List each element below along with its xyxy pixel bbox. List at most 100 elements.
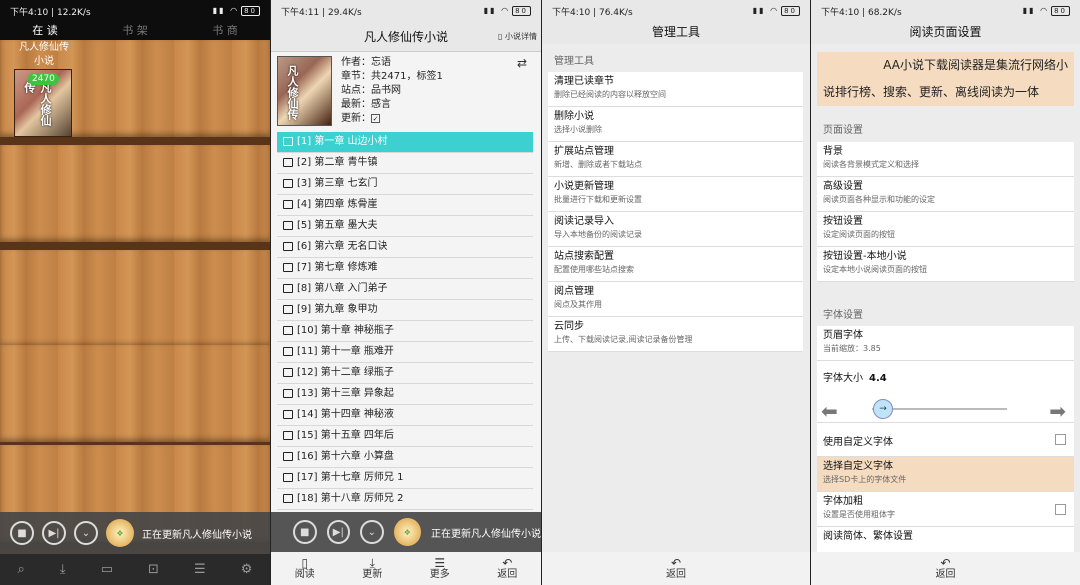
- menu-item-search-config[interactable]: 站点搜索配置 配置使用哪些站点搜索: [548, 247, 803, 282]
- tools-menu: 清理已读章节 删除已经阅读的内容以释放空间 删除小说 选择小说删除 扩展站点管理 新增…: [548, 72, 803, 352]
- chapter-item[interactable]: [16] 第十六章 小算盘: [277, 447, 533, 468]
- font-size-slider[interactable]: ⬅ → ➡: [817, 393, 1074, 423]
- chapter-item[interactable]: [13] 第十三章 异象起: [277, 384, 533, 405]
- menu-item-cloud-sync[interactable]: 云同步 上传、下载阅读记录,阅读记录备份管理: [548, 317, 803, 352]
- reading-settings-screen: 下午4:10 | 68.2K/s ▮▮ ◠ 80 阅读页面设置 AA小说下载阅读器…: [811, 0, 1080, 585]
- slider-thumb[interactable]: →: [873, 399, 893, 419]
- download-icon[interactable]: ⤓: [60, 562, 66, 577]
- chapter-item[interactable]: [15] 第十五章 四年后: [277, 426, 533, 447]
- update-controls: ■ ▶| ⌄ ❖ 正在更新凡人修仙传小说: [0, 512, 270, 554]
- menu-item-points[interactable]: 阅点管理 阅点及其作用: [548, 282, 803, 317]
- setting-background[interactable]: 背景 阅读各背景模式定义和选择: [817, 142, 1074, 177]
- chapter-screen: 下午4:11 | 29.4K/s ▮▮ ◠ 80 凡人修仙传小说 ▯ 小说详情 凡…: [271, 0, 541, 585]
- battery-icon: 80: [781, 6, 800, 16]
- bottom-nav: ▯ 阅读 ⤓ 更新 ☰ 更多 ↶ 返回: [271, 552, 541, 585]
- back-button[interactable]: ↶ 返回: [497, 557, 517, 581]
- setting-simp-trad[interactable]: 阅读简体、繁体设置: [817, 527, 1074, 555]
- status-time: 下午4:10 | 68.2K/s: [821, 7, 902, 18]
- update-button[interactable]: ⤓ 更新: [362, 557, 382, 581]
- menu-item-site-manage[interactable]: 扩展站点管理 新增、删除或者下载站点: [548, 142, 803, 177]
- read-button[interactable]: ▯ 阅读: [295, 557, 315, 581]
- novel-detail-link[interactable]: ▯ 小说详情: [498, 22, 537, 52]
- bottom-nav: ↶ 返回: [542, 552, 810, 585]
- collapse-button[interactable]: ⌄: [74, 521, 98, 545]
- chapter-item[interactable]: [6] 第六章 无名口诀: [277, 237, 533, 258]
- update-checkbox[interactable]: ✓: [371, 113, 380, 123]
- setting-bold[interactable]: 字体加粗 设置是否使用粗体字: [817, 492, 1074, 527]
- chapter-item[interactable]: [1] 第一章 山边小村: [277, 132, 533, 153]
- bookshelf-screen: 下午4:10 | 12.2K/s ▮▮ ◠ 80 在 读 书 架 书 商 凡人修仙…: [0, 0, 270, 585]
- chapter-item[interactable]: [14] 第十四章 神秘液: [277, 405, 533, 426]
- tab-reading[interactable]: 在 读: [0, 22, 90, 40]
- stop-button[interactable]: ■: [293, 520, 317, 544]
- book-info: 凡人修仙传 作者：忘语 章节：共2471，标签1 站点：品书网 最新：感言 更新…: [271, 52, 541, 130]
- chapter-item[interactable]: [9] 第九章 象甲功: [277, 300, 533, 321]
- switch-icon[interactable]: ⇄: [517, 56, 527, 70]
- chapter-item[interactable]: [18] 第十八章 厉师兄 2: [277, 489, 533, 510]
- book-icon: [283, 409, 293, 419]
- status-time: 下午4:10 | 76.4K/s: [552, 7, 633, 18]
- skip-button[interactable]: ▶|: [326, 520, 351, 544]
- ad-banner[interactable]: AA小说下载阅读器是集流行网络小 说排行榜、搜索、更新、离线阅读为一体: [817, 52, 1074, 106]
- latest-text: 最新：感言: [341, 99, 391, 110]
- chapter-item[interactable]: [7] 第七章 修炼难: [277, 258, 533, 279]
- back-icon: ↶: [940, 555, 951, 570]
- collapse-button[interactable]: ⌄: [360, 520, 384, 544]
- bold-checkbox[interactable]: [1055, 504, 1066, 515]
- battery-icon: 80: [1051, 6, 1070, 16]
- chapter-item[interactable]: [17] 第十七章 厉师兄 1: [277, 468, 533, 489]
- bottom-nav: ↶ 返回: [811, 552, 1080, 585]
- menu-item-update-manage[interactable]: 小说更新管理 批量进行下载和更新设置: [548, 177, 803, 212]
- setting-choose-font[interactable]: 选择自定义字体 选择SD卡上的字体文件: [817, 457, 1074, 492]
- book-icon: [283, 136, 293, 146]
- page-title: 阅读页面设置: [811, 22, 1080, 44]
- chapter-item[interactable]: [12] 第十二章 绿瓶子: [277, 363, 533, 384]
- gear-icon[interactable]: ⚙: [241, 562, 253, 577]
- back-button[interactable]: ↶ 返回: [936, 557, 956, 581]
- tab-bookshelf[interactable]: 书 架: [90, 22, 180, 40]
- chapter-item[interactable]: [4] 第四章 炼骨崖: [277, 195, 533, 216]
- bottom-toolbar: ⌕ ⤓ ▭ ⊡ ☰ ⚙: [0, 554, 270, 585]
- menu-item-import-records[interactable]: 阅读记录导入 导入本地备份的阅读记录: [548, 212, 803, 247]
- book-icon[interactable]: ▭: [101, 562, 113, 577]
- setting-buttons-local[interactable]: 按钮设置-本地小说 设定本地小说阅读页面的按钮: [817, 247, 1074, 282]
- status-bar: 下午4:10 | 76.4K/s ▮▮ ◠ 80: [542, 0, 810, 22]
- setting-buttons[interactable]: 按钮设置 设定阅读页面的按钮: [817, 212, 1074, 247]
- battery-icon: 80: [512, 6, 531, 16]
- book-item[interactable]: 凡人修仙传 小说 2470 凡人修仙传: [14, 41, 74, 137]
- chapter-item[interactable]: [11] 第十一章 瓶难开: [277, 342, 533, 363]
- folder-icon[interactable]: ⊡: [148, 562, 159, 577]
- page-title: 凡人修仙传小说: [363, 30, 448, 44]
- update-controls: ■ ▶| ⌄ ❖ 正在更新凡人修仙传小说: [271, 512, 541, 552]
- chapter-item[interactable]: [10] 第十章 神秘瓶子: [277, 321, 533, 342]
- tab-bookstore[interactable]: 书 商: [180, 22, 270, 40]
- signal-wifi-icon: ▮▮ ◠ 80: [484, 6, 531, 16]
- list-icon[interactable]: ☰: [194, 562, 206, 577]
- arrow-left-icon[interactable]: ⬅: [821, 399, 838, 423]
- chapter-item[interactable]: [3] 第三章 七玄门: [277, 174, 533, 195]
- setting-header-font[interactable]: 页眉字体 当前缩放：3.85: [817, 326, 1074, 361]
- book-icon: [283, 493, 293, 503]
- font-size-label: 字体大小: [823, 373, 863, 384]
- menu-item-delete-novel[interactable]: 删除小说 选择小说删除: [548, 107, 803, 142]
- arrow-right-icon[interactable]: ➡: [1049, 399, 1066, 423]
- setting-custom-font[interactable]: 使用自定义字体: [817, 423, 1074, 457]
- back-button[interactable]: ↶ 返回: [666, 557, 686, 581]
- chapter-item[interactable]: [5] 第五章 墨大夫: [277, 216, 533, 237]
- setting-advanced[interactable]: 高级设置 阅读页面各种显示和功能的设定: [817, 177, 1074, 212]
- shelf-tabs: 在 读 书 架 书 商: [0, 22, 270, 40]
- search-icon[interactable]: ⌕: [18, 562, 25, 577]
- shelf-row: [0, 250, 270, 355]
- book-icon: [283, 325, 293, 335]
- skip-button[interactable]: ▶|: [42, 521, 66, 545]
- chapter-item[interactable]: [8] 第八章 入门弟子: [277, 279, 533, 300]
- back-icon: ↶: [670, 555, 682, 570]
- menu-item-clear-read[interactable]: 清理已读章节 删除已经阅读的内容以释放空间: [548, 72, 803, 107]
- book-icon: [283, 178, 293, 188]
- stop-button[interactable]: ■: [10, 521, 34, 545]
- more-button[interactable]: ☰ 更多: [430, 557, 450, 581]
- signal-wifi-icon: ▮▮ ◠ 80: [213, 6, 260, 16]
- custom-font-checkbox[interactable]: [1055, 434, 1066, 445]
- chapter-item[interactable]: [2] 第二章 青牛镇: [277, 153, 533, 174]
- book-icon: [283, 346, 293, 356]
